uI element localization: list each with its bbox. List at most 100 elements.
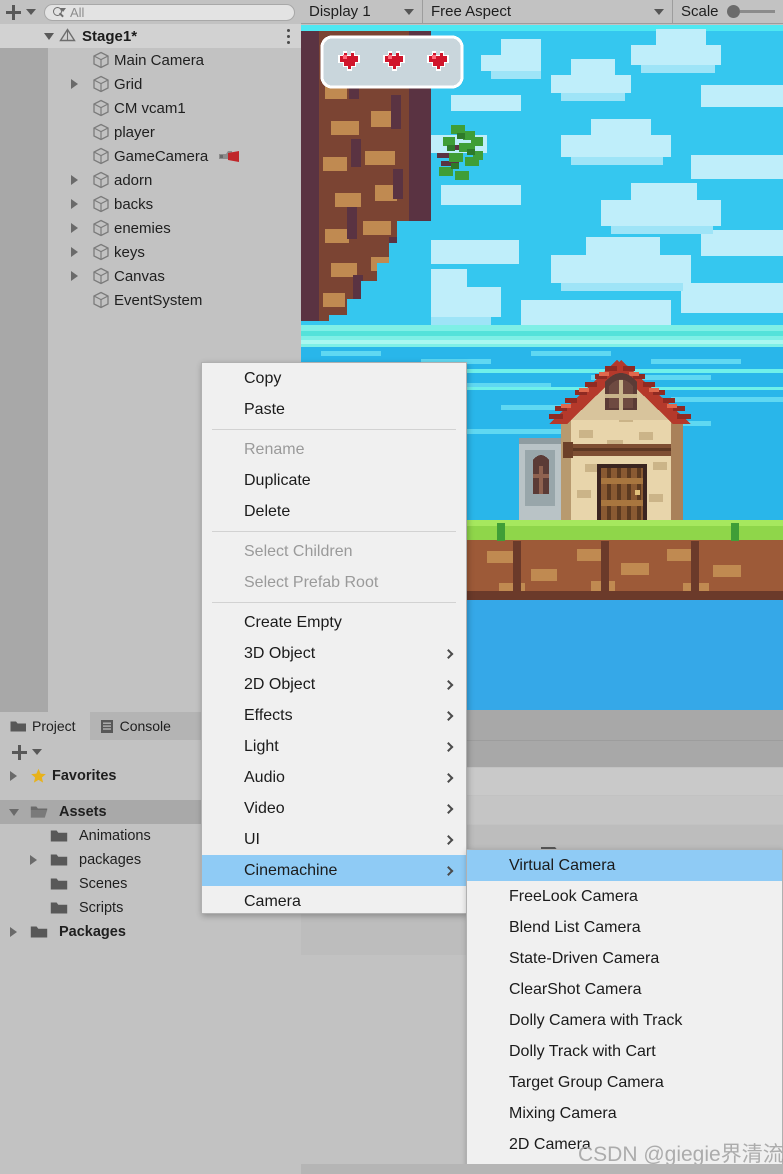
menu-item-audio[interactable]: Audio [202,762,466,793]
project-item-packages[interactable]: Packages [0,920,301,944]
menu-separator [212,531,456,532]
hierarchy-item-gamecamera[interactable]: GameCamera [48,144,301,168]
hierarchy-scene-row[interactable]: Stage1* [0,24,301,48]
cinemachine-submenu: Virtual Camera FreeLook Camera Blend List … [466,849,783,1174]
scale-slider-group[interactable]: Scale [673,0,783,24]
gameobject-cube-icon [93,267,109,285]
hierarchy-item-main-camera[interactable]: Main Camera [48,48,301,72]
chevron-down-icon [404,8,414,15]
submenu-item-dolly-track-with-cart[interactable]: Dolly Track with Cart [467,1036,782,1067]
hierarchy-search-input[interactable]: All [44,3,295,21]
chevron-right-icon[interactable] [71,247,78,257]
submenu-item-state-driven-camera[interactable]: State-Driven Camera [467,943,782,974]
gameobject-cube-icon [93,195,109,213]
bottom-status-bar [301,1164,783,1174]
submenu-item-label: State-Driven Camera [509,949,660,967]
menu-item-light[interactable]: Light [202,731,466,762]
gameobject-cube-icon [93,51,109,69]
submenu-item-label: Mixing Camera [509,1104,617,1122]
submenu-item-blend-list-camera[interactable]: Blend List Camera [467,912,782,943]
hierarchy-item-eventsystem[interactable]: EventSystem [48,288,301,312]
plus-icon [12,744,27,760]
gameobject-cube-icon [93,147,109,165]
gameobject-cube-icon [93,171,109,189]
chevron-right-icon[interactable] [10,771,17,781]
chevron-down-icon [32,749,42,755]
hierarchy-item-label: CM vcam1 [114,99,186,117]
chevron-right-icon[interactable] [71,175,78,185]
menu-item-effects[interactable]: Effects [202,700,466,731]
gameobject-cube-icon [93,99,109,117]
submenu-item-label: Dolly Camera with Track [509,1011,683,1029]
submenu-item-clearshot-camera[interactable]: ClearShot Camera [467,974,782,1005]
submenu-item-virtual-camera[interactable]: Virtual Camera [467,850,782,881]
menu-item-2d-object[interactable]: 2D Object [202,669,466,700]
submenu-item-mixing-camera[interactable]: Mixing Camera [467,1098,782,1129]
submenu-item-freelook-camera[interactable]: FreeLook Camera [467,881,782,912]
hierarchy-item-player[interactable]: player [48,120,301,144]
menu-item-label: Effects [244,706,293,724]
menu-item-label: 3D Object [244,644,316,662]
hierarchy-item-label: Grid [114,75,143,93]
aspect-dropdown[interactable]: Free Aspect [423,0,673,24]
chevron-right-icon[interactable] [71,271,78,281]
hierarchy-item-keys[interactable]: keys [48,240,301,264]
submenu-item-dolly-camera-with-track[interactable]: Dolly Camera with Track [467,1005,782,1036]
plus-icon [6,4,21,20]
chevron-down-icon[interactable] [44,32,54,40]
menu-item-label: Select Children [244,542,353,560]
hierarchy-gutter [0,48,48,712]
gameobject-cube-icon [93,219,109,237]
menu-item-copy[interactable]: Copy [202,363,466,394]
scale-slider-handle[interactable] [726,5,740,18]
hierarchy-item-label: Canvas [114,267,165,285]
project-create-button[interactable] [6,744,46,760]
menu-item-create-empty[interactable]: Create Empty [202,607,466,638]
submenu-item-label: FreeLook Camera [509,887,638,905]
submenu-item-target-group-camera[interactable]: Target Group Camera [467,1067,782,1098]
menu-item-cinemachine[interactable]: Cinemachine [202,855,466,886]
scale-slider-track[interactable] [739,10,775,13]
menu-item-duplicate[interactable]: Duplicate [202,465,466,496]
chevron-down-icon [26,9,36,15]
hierarchy-item-label: GameCamera [114,147,209,165]
scene-overflow-menu-icon[interactable] [287,29,291,44]
star-icon [31,768,46,783]
hierarchy-item-canvas[interactable]: Canvas [48,264,301,288]
menu-item-label: Camera [244,892,301,910]
aspect-dropdown-label: Free Aspect [431,3,512,20]
project-item-label: Scenes [79,876,128,892]
chevron-right-icon[interactable] [71,79,78,89]
hierarchy-context-menu: Copy Paste Rename Duplicate Delete Select Chi… [201,362,467,914]
chevron-right-icon[interactable] [10,927,17,937]
menu-item-video[interactable]: Video [202,793,466,824]
display-dropdown[interactable]: Display 1 [301,0,423,24]
submenu-item-label: ClearShot Camera [509,980,642,998]
chevron-right-icon[interactable] [30,855,37,865]
hierarchy-item-cm-vcam1[interactable]: CM vcam1 [48,96,301,120]
chevron-right-icon[interactable] [71,223,78,233]
project-item-label: Favorites [52,768,117,784]
hierarchy-item-adorn[interactable]: adorn [48,168,301,192]
hierarchy-item-grid[interactable]: Grid [48,72,301,96]
hierarchy-item-backs[interactable]: backs [48,192,301,216]
menu-item-delete[interactable]: Delete [202,496,466,527]
hierarchy-create-button[interactable] [0,4,40,20]
menu-item-3d-object[interactable]: 3D Object [202,638,466,669]
tab-console[interactable]: Console [89,712,185,740]
menu-item-paste[interactable]: Paste [202,394,466,425]
search-placeholder: All [70,4,85,20]
submenu-item-2d-camera[interactable]: 2D Camera [467,1129,782,1160]
menu-item-camera[interactable]: Camera [202,886,466,917]
chevron-right-icon [443,865,454,876]
menu-item-label: Delete [244,502,291,520]
scale-label: Scale [681,3,719,20]
menu-item-label: Create Empty [244,613,342,631]
menu-item-ui[interactable]: UI [202,824,466,855]
folder-icon [50,878,68,890]
tab-project[interactable]: Project [0,712,90,740]
menu-separator [212,429,456,430]
chevron-right-icon[interactable] [71,199,78,209]
hierarchy-item-enemies[interactable]: enemies [48,216,301,240]
chevron-down-icon[interactable] [9,808,19,816]
